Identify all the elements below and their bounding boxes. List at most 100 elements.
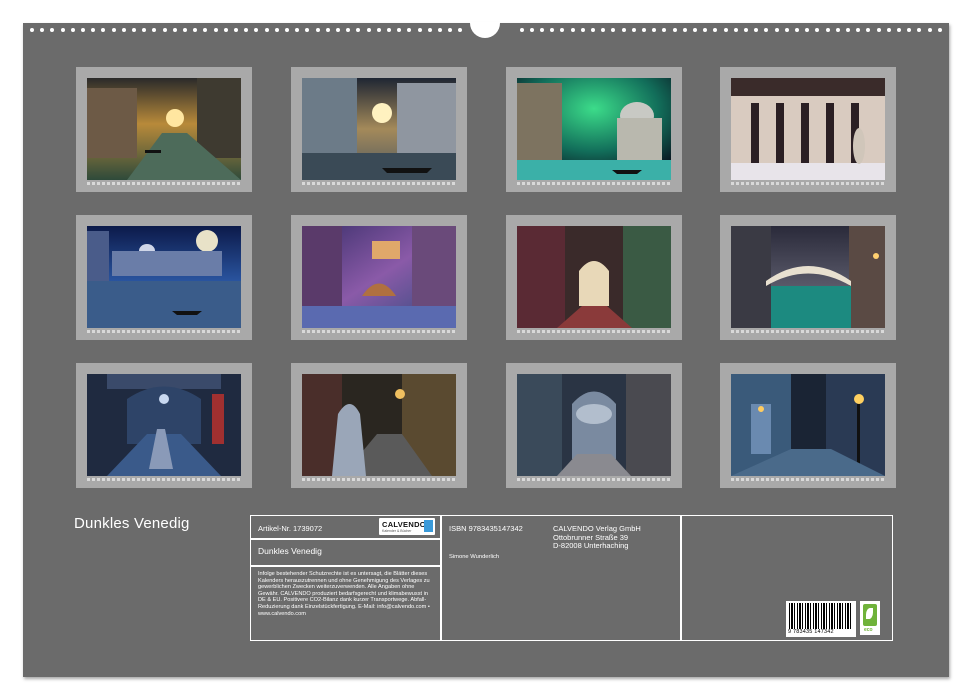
month-thumbnail xyxy=(720,67,896,192)
month-thumbnail xyxy=(720,363,896,488)
binding-hole xyxy=(325,28,330,32)
calendar-day-strip xyxy=(87,478,241,481)
binding-hole xyxy=(937,28,942,32)
month-thumbnail xyxy=(506,363,682,488)
binding-hole xyxy=(764,28,769,32)
binding-hole xyxy=(376,28,381,32)
binding-hole xyxy=(305,28,310,32)
binding-hole xyxy=(213,28,218,32)
logo-text: CALVENDO xyxy=(382,520,426,529)
binding-hole xyxy=(81,28,85,32)
calendar-day-strip xyxy=(517,330,671,333)
binding-hole xyxy=(111,28,116,32)
binding-hole xyxy=(631,28,636,32)
binding-hole xyxy=(835,28,840,32)
binding-hole xyxy=(244,28,249,32)
isbn: ISBN 9783435147342 xyxy=(449,524,523,533)
binding-hole xyxy=(652,28,657,32)
binding-hole xyxy=(621,28,626,32)
binding-hole xyxy=(142,28,147,32)
binding-hole xyxy=(121,28,126,32)
calendar-title: Dunkles Venedig xyxy=(74,515,190,532)
binding-hole xyxy=(733,28,738,32)
binding-hole xyxy=(795,28,799,32)
calendar-day-strip xyxy=(517,478,671,481)
logo-subtext: Kalender & Bücher xyxy=(382,529,412,533)
binding-hole xyxy=(417,28,422,32)
month-thumbnail xyxy=(291,67,467,192)
thumbnail-image xyxy=(731,374,885,476)
binding-hole xyxy=(601,28,606,32)
barcode: 9 783435 147342 xyxy=(786,601,856,637)
binding-hole xyxy=(356,28,361,32)
thumbnail-image xyxy=(517,78,671,180)
binding-hole xyxy=(407,28,412,32)
binding-hole xyxy=(580,28,585,32)
binding-hole xyxy=(70,28,75,32)
binding-hole xyxy=(346,28,351,32)
binding-hole xyxy=(427,28,432,32)
month-thumbnail xyxy=(76,67,252,192)
month-thumbnail xyxy=(506,215,682,340)
binding-hole xyxy=(336,28,340,32)
calvendo-logo: CALVENDO Kalender & Bücher xyxy=(379,518,435,535)
author: Simone Wunderlich xyxy=(449,554,500,560)
month-thumbnail xyxy=(506,67,682,192)
divider xyxy=(440,516,442,640)
binding-hole xyxy=(274,28,279,32)
binding-hole xyxy=(682,28,687,32)
binding-hole xyxy=(203,28,208,32)
article-number: Artikel-Nr. 1739072 xyxy=(258,524,323,533)
calendar-day-strip xyxy=(302,330,456,333)
binding-hole xyxy=(132,28,136,32)
binding-hole xyxy=(223,28,228,32)
binding-hole xyxy=(662,28,667,32)
calendar-day-strip xyxy=(302,478,456,481)
eco-label: eco xyxy=(864,627,873,633)
thumbnail-image xyxy=(517,226,671,328)
thumbnail-image xyxy=(87,226,241,328)
leaf-icon xyxy=(863,604,877,626)
thumbnail-image xyxy=(731,78,885,180)
binding-hole xyxy=(886,28,891,32)
divider xyxy=(251,538,441,540)
legal-text: Infolge bestehender Schutzrechte ist es … xyxy=(258,571,430,617)
binding-hole xyxy=(234,28,238,32)
binding-hole xyxy=(815,28,820,32)
binding-hole xyxy=(713,28,718,32)
thumbnail-image xyxy=(302,78,456,180)
binding-hole xyxy=(264,28,269,32)
binding-hole xyxy=(897,28,901,32)
calendar-day-strip xyxy=(87,330,241,333)
logo-mark-icon xyxy=(424,520,433,532)
binding-hole xyxy=(805,28,810,32)
binding-hole xyxy=(642,28,646,32)
binding-hole xyxy=(162,28,167,32)
binding-hole xyxy=(40,28,45,32)
info-panel: Artikel-Nr. 1739072 CALVENDO Kalender & … xyxy=(250,515,893,641)
binding-hole xyxy=(560,28,565,32)
barcode-bars xyxy=(789,603,853,629)
binding-hole xyxy=(397,28,402,32)
barcode-number: 9 783435 147342 xyxy=(788,629,834,635)
publisher-city: D-82008 Unterhaching xyxy=(553,541,629,550)
thumbnail-image xyxy=(87,374,241,476)
binding-hole xyxy=(30,28,34,32)
binding-hole xyxy=(448,28,453,32)
binding-hole xyxy=(550,28,555,32)
binding-hole xyxy=(825,28,830,32)
binding-hole xyxy=(101,28,106,32)
binding-hole xyxy=(458,28,463,32)
binding-hole xyxy=(774,28,779,32)
binding-hole xyxy=(60,28,65,32)
month-thumbnail xyxy=(291,215,467,340)
binding-hole xyxy=(315,28,320,32)
binding-hole xyxy=(183,28,187,32)
binding-hole xyxy=(866,28,871,32)
thumbnail-image xyxy=(87,78,241,180)
thumbnail-image xyxy=(517,374,671,476)
binding-hole xyxy=(172,28,177,32)
binding-hole xyxy=(570,28,575,32)
binding-hole xyxy=(254,28,259,32)
binding-hole xyxy=(784,28,789,32)
